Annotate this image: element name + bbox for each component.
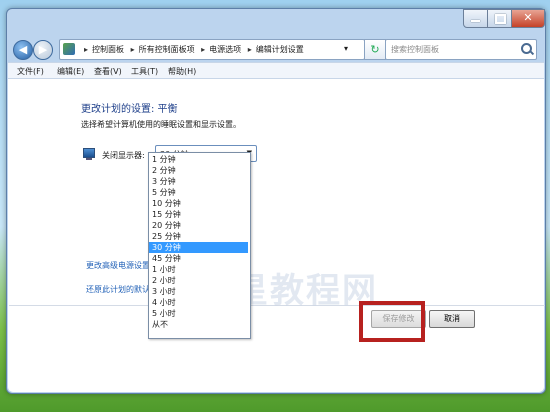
breadcrumb-separator: ▸ <box>201 45 206 54</box>
option-10-min[interactable]: 10 分钟 <box>149 198 248 209</box>
forward-button[interactable]: ▶ <box>33 40 53 60</box>
option-5-hour[interactable]: 5 小时 <box>149 308 248 319</box>
page-title: 更改计划的设置: 平衡 <box>81 104 178 115</box>
breadcrumb-separator: ▸ <box>130 45 135 54</box>
menu-bar: 文件(F) 编辑(E) 查看(V) 工具(T) 帮助(H) <box>8 62 544 79</box>
breadcrumb-control-panel[interactable]: 控制面板 <box>92 44 124 55</box>
menu-help[interactable]: 帮助(H) <box>168 66 196 77</box>
option-4-hour[interactable]: 4 小时 <box>149 297 248 308</box>
option-25-min[interactable]: 25 分钟 <box>149 231 248 242</box>
option-2-min[interactable]: 2 分钟 <box>149 165 248 176</box>
option-20-min[interactable]: 20 分钟 <box>149 220 248 231</box>
monitor-icon <box>83 148 95 160</box>
option-30-min[interactable]: 30 分钟 <box>149 242 248 253</box>
highlight-box <box>359 301 425 342</box>
option-5-min[interactable]: 5 分钟 <box>149 187 248 198</box>
search-box[interactable]: 搜索控制面板 <box>385 39 537 60</box>
option-1-hour[interactable]: 1 小时 <box>149 264 248 275</box>
display-off-dropdown: 1 分钟 2 分钟 3 分钟 5 分钟 10 分钟 15 分钟 20 分钟 25… <box>148 152 251 339</box>
breadcrumb-power-options[interactable]: 电源选项 <box>209 44 241 55</box>
page-subtitle: 选择希望计算机使用的睡眠设置和显示设置。 <box>81 120 241 129</box>
address-dropdown-icon[interactable]: ▾ <box>344 44 348 53</box>
breadcrumb-edit-plan[interactable]: 编辑计划设置 <box>256 44 304 55</box>
breadcrumb-separator: ▸ <box>84 45 89 54</box>
forward-arrow-icon: ▶ <box>38 43 48 56</box>
control-panel-window: ✕ ◀ ▶ ▸ 控制面板 ▸ 所有控制面板项 ▸ 电源选项 ▸ 编辑计划设置 ▾ ↻ 搜… <box>6 8 546 394</box>
refresh-icon: ↻ <box>370 43 380 56</box>
breadcrumb-all-items[interactable]: 所有控制面板项 <box>139 44 195 55</box>
option-2-hour[interactable]: 2 小时 <box>149 275 248 286</box>
cancel-button[interactable]: 取消 <box>429 310 475 328</box>
menu-view[interactable]: 查看(V) <box>94 66 122 77</box>
close-icon: ✕ <box>523 11 533 24</box>
menu-file[interactable]: 文件(F) <box>17 66 44 77</box>
refresh-button[interactable]: ↻ <box>364 39 386 60</box>
close-button[interactable]: ✕ <box>511 9 545 28</box>
option-3-min[interactable]: 3 分钟 <box>149 176 248 187</box>
main-content: 更改计划的设置: 平衡 选择希望计算机使用的睡眠设置和显示设置。 关闭显示器: … <box>8 79 545 392</box>
back-arrow-icon: ◀ <box>18 43 28 56</box>
option-45-min[interactable]: 45 分钟 <box>149 253 248 264</box>
minimize-button[interactable] <box>463 9 488 28</box>
option-3-hour[interactable]: 3 小时 <box>149 286 248 297</box>
option-15-min[interactable]: 15 分钟 <box>149 209 248 220</box>
display-off-label: 关闭显示器: <box>102 151 145 160</box>
option-1-min[interactable]: 1 分钟 <box>149 154 248 165</box>
search-placeholder: 搜索控制面板 <box>391 45 439 54</box>
back-button[interactable]: ◀ <box>13 40 33 60</box>
address-bar[interactable]: ▸ 控制面板 ▸ 所有控制面板项 ▸ 电源选项 ▸ 编辑计划设置 ▾ <box>59 39 365 60</box>
search-icon[interactable] <box>521 43 532 54</box>
control-panel-icon <box>63 43 75 55</box>
advanced-power-settings-link[interactable]: 更改高级电源设置( <box>86 260 153 271</box>
option-never[interactable]: 从不 <box>149 319 248 330</box>
breadcrumb: ▸ 控制面板 ▸ 所有控制面板项 ▸ 电源选项 ▸ 编辑计划设置 <box>80 44 304 55</box>
breadcrumb-separator: ▸ <box>247 45 252 54</box>
title-bar: ✕ <box>7 9 545 37</box>
menu-tools[interactable]: 工具(T) <box>131 66 158 77</box>
menu-edit[interactable]: 编辑(E) <box>57 66 84 77</box>
maximize-button[interactable] <box>487 9 512 28</box>
